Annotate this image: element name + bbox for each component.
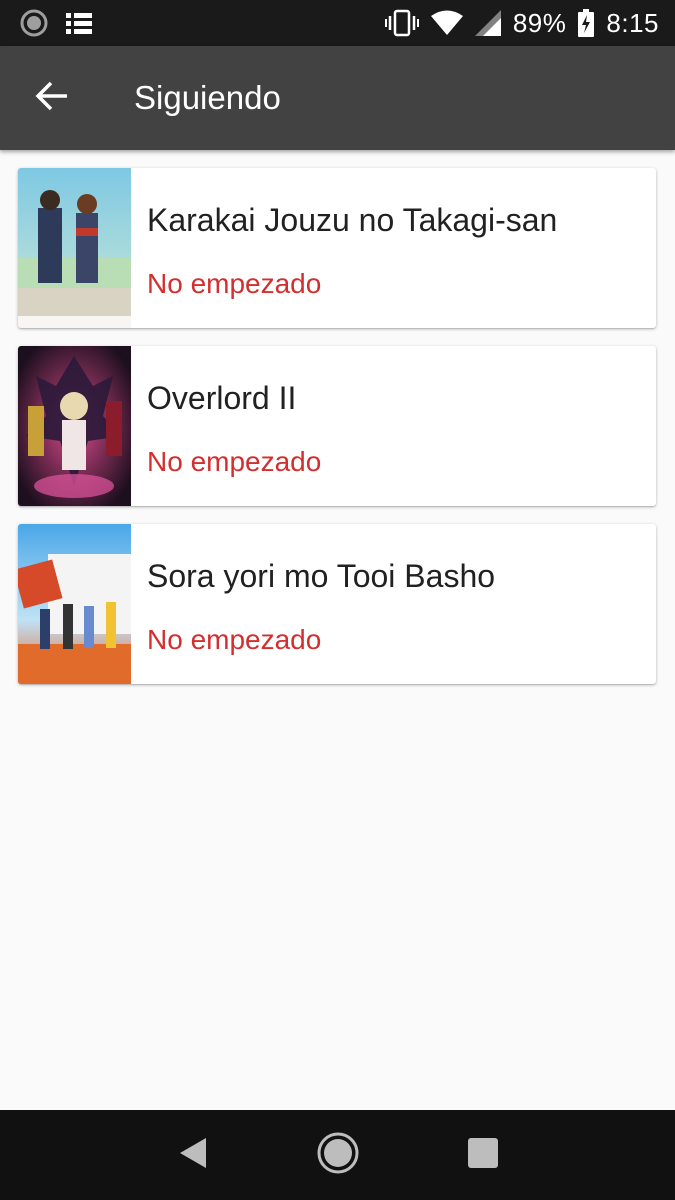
back-triangle-icon — [178, 1136, 208, 1175]
following-list: Karakai Jouzu no Takagi-san No empezado — [18, 168, 656, 702]
series-title: Sora yori mo Tooi Basho — [147, 558, 496, 594]
card-body: Sora yori mo Tooi Basho No empezado — [131, 524, 495, 684]
status-left — [20, 9, 92, 37]
series-title: Karakai Jouzu no Takagi-san — [147, 202, 558, 238]
recents-square-icon — [467, 1137, 499, 1174]
back-button[interactable] — [0, 46, 104, 150]
nav-home-button[interactable] — [308, 1125, 368, 1185]
home-circle-icon — [316, 1131, 360, 1180]
status-bar: 89% 8:15 — [0, 0, 675, 46]
clock: 8:15 — [606, 7, 659, 38]
cover-image — [18, 168, 131, 328]
app-bar: Siguiendo — [0, 46, 675, 150]
nav-back-button[interactable] — [163, 1125, 223, 1185]
nav-recents-button[interactable] — [453, 1125, 513, 1185]
cover-image — [18, 346, 131, 506]
vibrate-icon — [384, 9, 419, 37]
page-title: Siguiendo — [134, 79, 281, 116]
status-right: 89% 8:15 — [384, 7, 659, 39]
series-status: No empezado — [147, 446, 322, 477]
list-item[interactable]: Sora yori mo Tooi Basho No empezado — [18, 524, 656, 684]
series-status: No empezado — [147, 624, 322, 655]
cover-image — [18, 524, 131, 684]
battery-charging-icon — [578, 9, 595, 37]
wifi-icon — [430, 10, 463, 36]
arrow-back-icon — [35, 81, 69, 116]
series-title: Overlord II — [147, 380, 297, 416]
card-body: Karakai Jouzu no Takagi-san No empezado — [131, 168, 557, 328]
navigation-bar — [0, 1110, 675, 1200]
list-item[interactable]: Overlord II No empezado — [18, 346, 656, 506]
list-icon — [66, 12, 92, 34]
card-body: Overlord II No empezado — [131, 346, 321, 506]
battery-percent: 89% — [512, 7, 567, 38]
list-item[interactable]: Karakai Jouzu no Takagi-san No empezado — [18, 168, 656, 328]
series-status: No empezado — [147, 268, 322, 299]
loading-icon — [20, 9, 48, 37]
signal-icon — [474, 10, 501, 36]
